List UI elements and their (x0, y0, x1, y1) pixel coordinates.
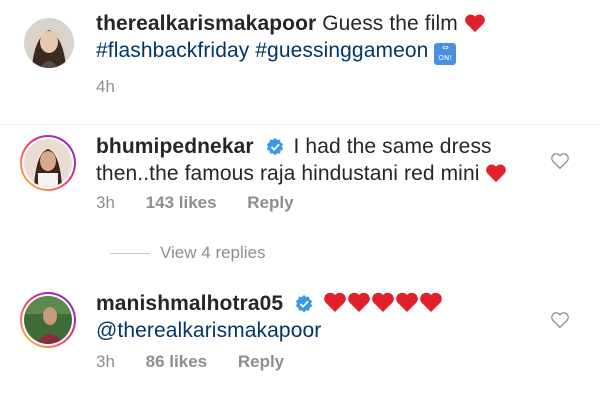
heart-icon (486, 164, 507, 183)
reply-button[interactable]: Reply (247, 193, 293, 212)
comment-likes[interactable]: 143 likes (146, 193, 217, 212)
reply-button[interactable]: Reply (238, 352, 284, 371)
heart-icon (348, 292, 370, 312)
comment-username[interactable]: bhumipednekar (96, 135, 254, 158)
comment-time: 3h (96, 352, 115, 371)
heart-icon (324, 292, 346, 312)
view-replies-line (110, 252, 150, 254)
comment-username[interactable]: manishmalhotra05 (96, 292, 283, 315)
comment-meta: 3h 86 likes Reply (96, 352, 310, 372)
verified-badge-icon (296, 295, 313, 313)
comment-text: bhumipednekar I had the same dress then.… (96, 133, 507, 187)
verified-badge-icon (266, 138, 283, 156)
heart-icon (372, 292, 394, 312)
comment-mention[interactable]: @therealkarismakapoor (96, 319, 321, 342)
comment-likes[interactable]: 86 likes (146, 352, 207, 371)
avatar-story-ring[interactable] (20, 292, 76, 348)
avatar (24, 139, 72, 187)
heart-icon (396, 292, 418, 312)
caption-body: Guess the film (322, 12, 458, 35)
comment-body-line1: I had the same dress (293, 135, 492, 158)
avatar (24, 296, 72, 344)
comment-meta: 3h 143 likes Reply (96, 193, 320, 213)
view-replies-button[interactable]: View 4 replies (110, 243, 266, 263)
view-replies-label: View 4 replies (160, 243, 266, 262)
like-heart-icon[interactable] (550, 311, 570, 329)
caption-meta: 4h (96, 77, 141, 97)
comment-body-line2: then..the famous raja hindustani red min… (96, 162, 480, 185)
caption-text: therealkarismakapoor Guess the film #fla… (96, 10, 486, 65)
avatar-story-ring[interactable] (20, 135, 76, 191)
divider (0, 124, 600, 125)
comment-time: 3h (96, 193, 115, 212)
avatar[interactable] (24, 18, 74, 68)
caption-time: 4h (96, 77, 115, 96)
caption-hashtags[interactable]: #flashbackfriday #guessinggameon (96, 39, 428, 62)
like-heart-icon[interactable] (550, 152, 570, 170)
caption-username[interactable]: therealkarismakapoor (96, 12, 316, 35)
heart-icon (420, 292, 442, 312)
comment-text: manishmalhotra05 @therealkarismakapoor (96, 290, 443, 344)
on-arrow-icon: ⇔ ON! (434, 43, 457, 65)
heart-icon (464, 14, 485, 33)
